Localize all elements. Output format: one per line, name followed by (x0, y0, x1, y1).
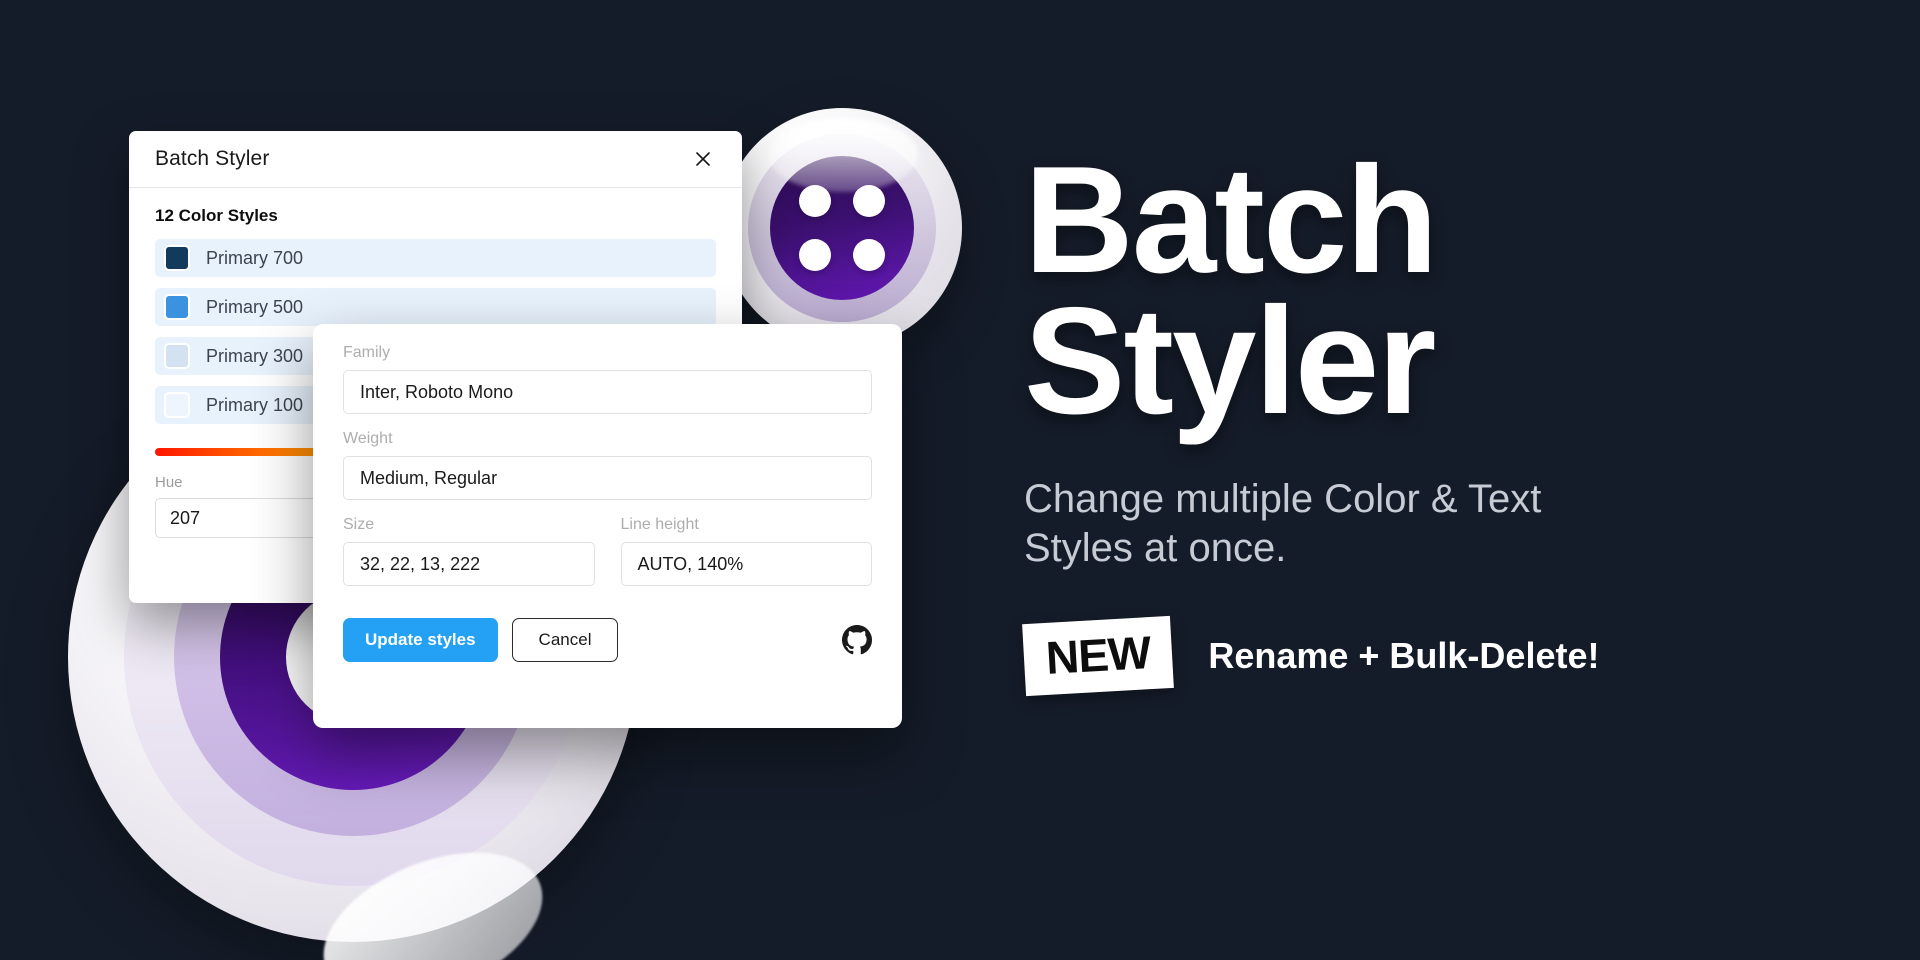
promo-new-row: NEW Rename + Bulk-Delete! (1022, 616, 1864, 697)
page-title-line-2: Styler (1024, 276, 1436, 447)
weight-input[interactable]: Medium, Regular (343, 456, 872, 500)
color-styles-heading: 12 Color Styles (155, 206, 278, 225)
size-field-group: Size 32, 22, 13, 222 (343, 516, 595, 602)
plugin-title: Batch Styler (155, 147, 270, 170)
plugin-title-bar: Batch Styler (129, 131, 742, 188)
color-swatch (164, 392, 190, 418)
color-swatch (164, 343, 190, 369)
status-badge: NEW (1022, 616, 1175, 697)
size-lineheight-row: Size 32, 22, 13, 222 Line height AUTO, 1… (343, 516, 872, 602)
line-height-field-group: Line height AUTO, 140% (620, 516, 872, 602)
page-root: Batch Styler 12 Color Styles Primary 700… (0, 0, 1920, 960)
style-name: Primary 500 (206, 296, 304, 317)
cancel-button[interactable]: Cancel (511, 618, 619, 662)
plugin-logo-orb (722, 108, 962, 348)
page-title: Batch Styler (1024, 135, 1864, 447)
style-name: Primary 300 (206, 345, 304, 366)
promo-panel: Batch Styler Change multiple Color & Tex… (1022, 135, 1864, 697)
family-input[interactable]: Inter, Roboto Mono (343, 370, 872, 414)
promo-subheading-line-1: Change multiple Color & Text (1024, 476, 1542, 521)
color-swatch (164, 294, 190, 320)
logo-dot-4 (853, 239, 885, 271)
weight-label: Weight (343, 430, 393, 447)
popup-footer: Update styles Cancel (343, 618, 872, 662)
size-label: Size (343, 516, 375, 533)
style-name: Primary 700 (206, 247, 304, 268)
promo-subheading-line-2: Styles at once. (1024, 525, 1287, 570)
color-swatch (164, 245, 190, 271)
line-height-input[interactable]: AUTO, 140% (620, 542, 872, 586)
github-icon[interactable] (842, 625, 872, 655)
size-input[interactable]: 32, 22, 13, 222 (343, 542, 595, 586)
list-item[interactable]: Primary 500 (155, 288, 716, 326)
text-styles-popup: Family Inter, Roboto Mono Weight Medium,… (313, 324, 902, 728)
close-icon[interactable] (690, 146, 716, 172)
line-height-label: Line height (620, 516, 699, 533)
promo-feature-text: Rename + Bulk-Delete! (1208, 635, 1600, 677)
style-name: Primary 100 (206, 394, 304, 415)
page-title-line-1: Batch (1024, 135, 1438, 305)
family-label: Family (343, 344, 391, 361)
logo-dot-3 (799, 239, 831, 271)
promo-subheading: Change multiple Color & Text Styles at o… (1024, 475, 1864, 573)
orb-gloss-highlight (768, 118, 918, 192)
list-item[interactable]: Primary 700 (155, 239, 716, 277)
update-styles-button[interactable]: Update styles (343, 618, 498, 662)
